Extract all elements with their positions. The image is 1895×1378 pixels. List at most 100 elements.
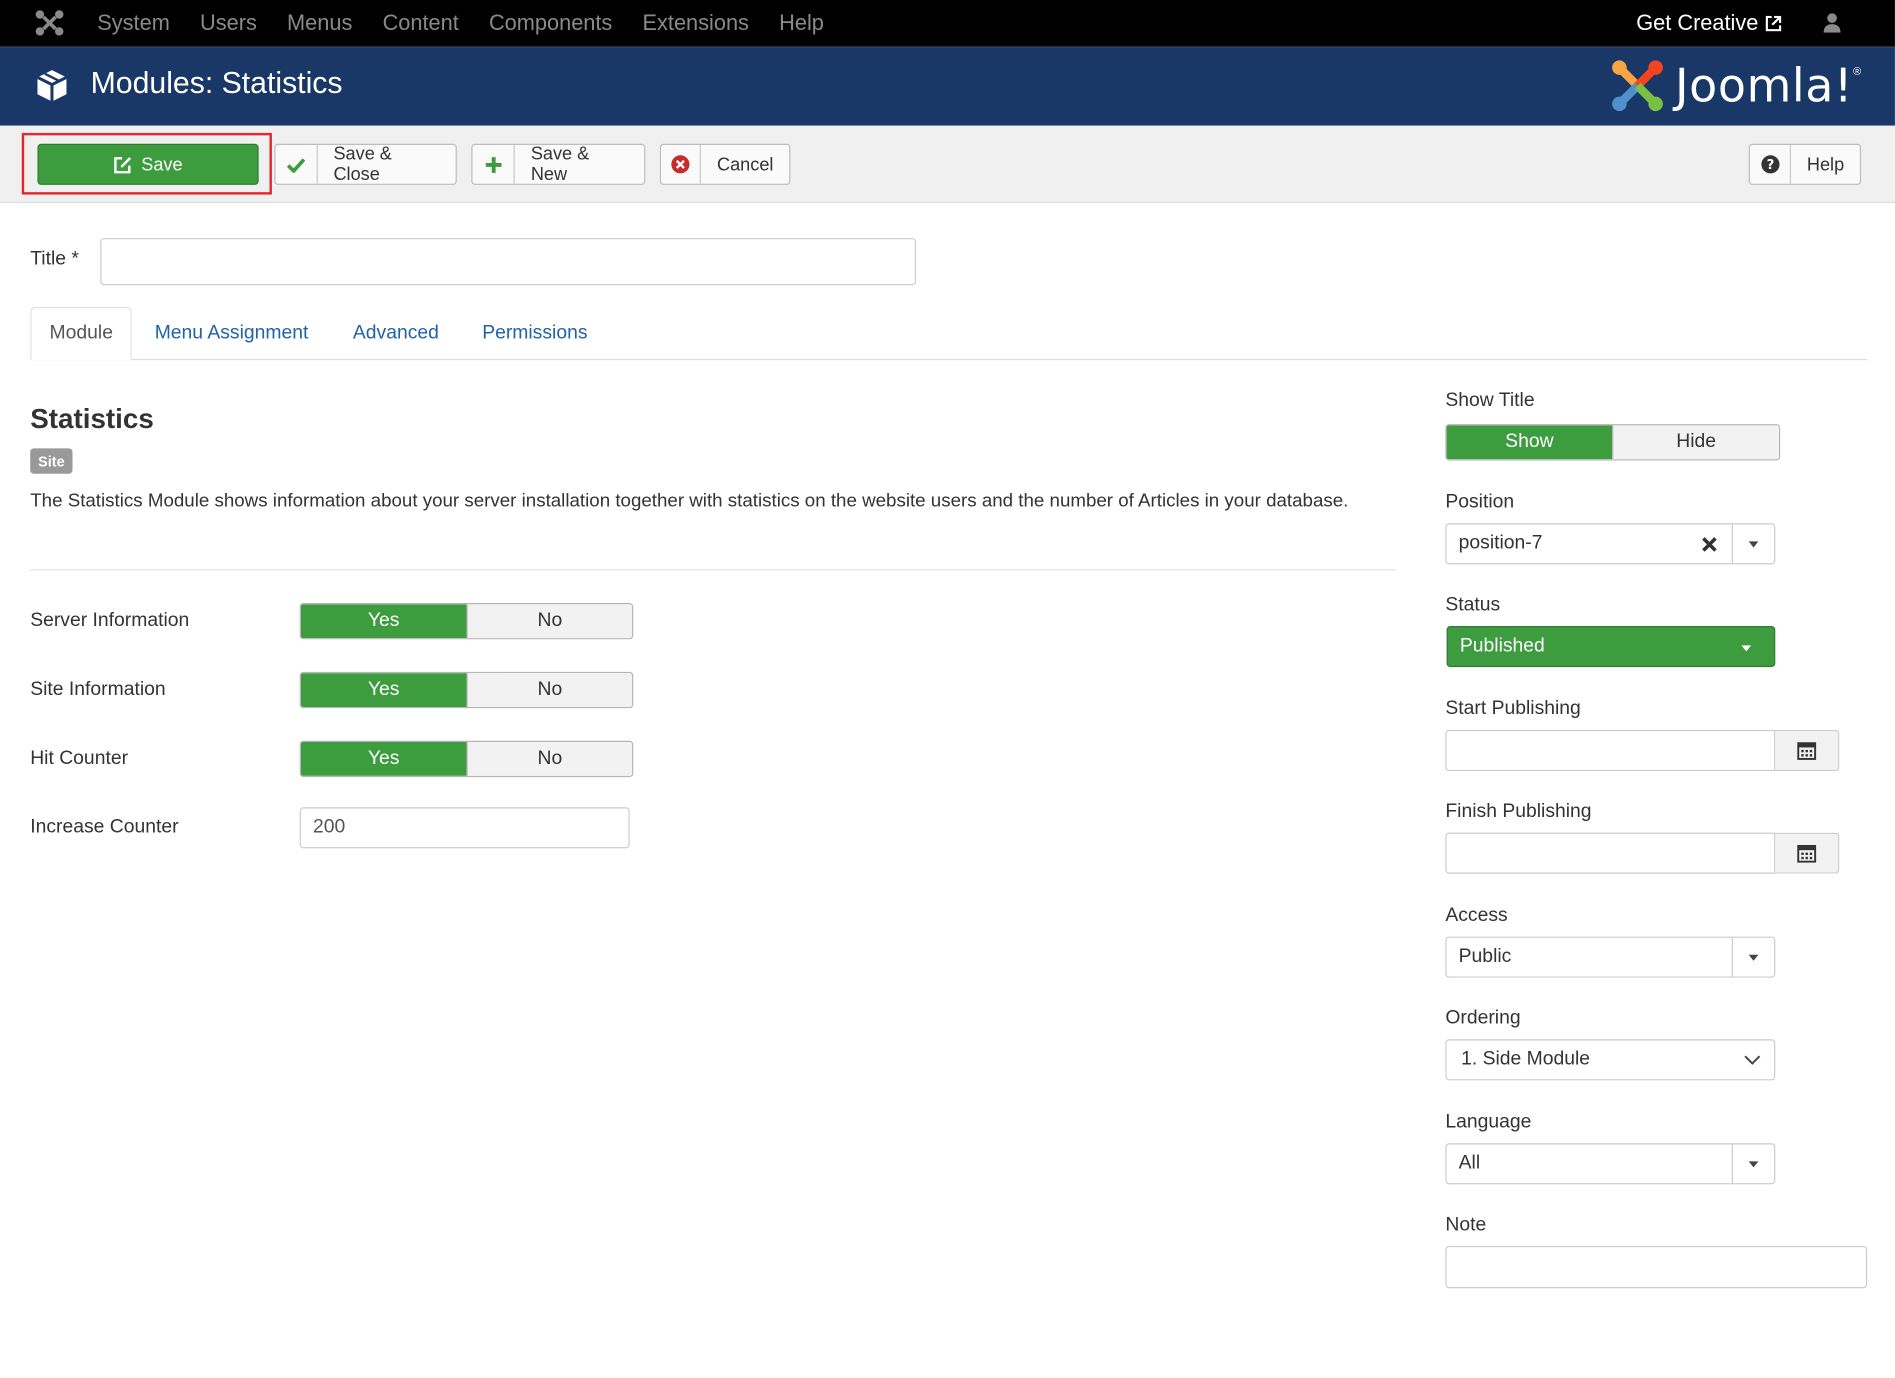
start-publishing-calendar-button[interactable] <box>1775 729 1840 772</box>
hit-counter-toggle: Yes No <box>299 740 634 778</box>
joomla-wordmark: Joomla! <box>1675 59 1854 113</box>
save-close-button[interactable]: Save & Close <box>274 143 457 185</box>
show-title-toggle: Show Hide <box>1445 424 1781 461</box>
finish-publishing-calendar-button[interactable] <box>1775 832 1840 874</box>
toolbar: Save Save & Close Save & New Cancel ? He… <box>0 125 1895 204</box>
position-select[interactable]: position-7 <box>1445 523 1776 565</box>
save-close-label: Save & Close <box>333 143 392 185</box>
external-link-icon <box>1765 15 1782 32</box>
help-label: Help <box>1806 154 1845 175</box>
joomla-logo: Joomla! ® <box>1610 58 1861 114</box>
site-information-label: Site Information <box>30 679 166 700</box>
status-label: Status <box>1445 594 1501 616</box>
note-input[interactable] <box>1445 1245 1868 1289</box>
menu-users[interactable]: Users <box>200 11 257 36</box>
ordering-select[interactable]: 1. Side Module <box>1445 1039 1776 1081</box>
language-value: All <box>1458 1152 1481 1174</box>
site-badge: Site <box>30 448 73 474</box>
show-title-show[interactable]: Show <box>1446 425 1613 460</box>
server-information-label: Server Information <box>30 610 190 631</box>
site-link-label: Get Creative <box>1636 10 1759 36</box>
module-heading: Statistics <box>30 402 154 434</box>
ordering-value: 1. Side Module <box>1461 1048 1591 1070</box>
menu-components[interactable]: Components <box>489 11 612 36</box>
cancel-circle-icon <box>671 155 690 174</box>
module-description: The Statistics Module shows information … <box>30 490 1349 512</box>
menu-menus[interactable]: Menus <box>287 11 352 36</box>
close-x-icon <box>1702 536 1717 552</box>
menu-extensions[interactable]: Extensions <box>643 11 749 36</box>
increase-counter-label: Increase Counter <box>30 816 179 838</box>
hit-counter-yes[interactable]: Yes <box>300 742 467 776</box>
site-information-toggle: Yes No <box>299 671 634 709</box>
main-menu: System Users Menus Content Components Ex… <box>82 0 839 47</box>
ordering-label: Ordering <box>1445 1007 1521 1029</box>
ordering-dropdown-toggle[interactable] <box>1731 1041 1775 1080</box>
menu-content[interactable]: Content <box>383 11 459 36</box>
save-new-label: Save & New <box>530 143 590 185</box>
caret-icon <box>1748 1160 1759 1167</box>
position-label: Position <box>1445 491 1515 513</box>
language-select[interactable]: All <box>1445 1143 1776 1185</box>
tab-menu-assignment[interactable]: Menu Assignment <box>137 307 327 360</box>
access-value: Public <box>1458 946 1512 967</box>
server-information-toggle: Yes No <box>299 603 634 640</box>
hit-counter-no[interactable]: No <box>466 742 633 776</box>
page-header: Modules: Statistics Joomla! ® <box>0 47 1895 126</box>
show-title-hide[interactable]: Hide <box>1612 425 1779 460</box>
tab-module[interactable]: Module <box>30 306 133 361</box>
server-information-yes[interactable]: Yes <box>300 604 467 639</box>
edit-icon <box>114 156 131 173</box>
finish-publishing-input[interactable] <box>1445 832 1776 874</box>
calendar-icon <box>1797 844 1817 863</box>
chevron-down-icon <box>1744 1054 1761 1065</box>
menu-help[interactable]: Help <box>779 11 824 36</box>
help-button[interactable]: ? Help <box>1748 143 1862 185</box>
hit-counter-label: Hit Counter <box>30 748 129 769</box>
access-select[interactable]: Public <box>1445 936 1776 978</box>
page-title: Modules: Statistics <box>90 66 343 101</box>
status-value: Published <box>1459 635 1545 657</box>
tab-permissions[interactable]: Permissions <box>464 307 606 360</box>
joomla-logo-icon <box>1612 60 1663 112</box>
increase-counter-input[interactable] <box>299 807 630 849</box>
save-new-button[interactable]: Save & New <box>471 143 646 185</box>
finish-publishing-field <box>1445 832 1840 874</box>
caret-icon <box>1748 954 1759 961</box>
start-publishing-field <box>1445 729 1840 772</box>
plus-icon-wrap <box>473 145 516 184</box>
start-publishing-input[interactable] <box>1445 729 1776 772</box>
check-icon <box>286 157 306 173</box>
cancel-label: Cancel <box>716 154 774 175</box>
language-dropdown-toggle[interactable] <box>1731 1144 1774 1184</box>
tab-advanced[interactable]: Advanced <box>335 307 457 360</box>
check-icon-wrap <box>276 145 318 184</box>
start-publishing-label: Start Publishing <box>1445 698 1581 720</box>
title-input[interactable] <box>100 238 917 286</box>
section-divider <box>30 569 1396 571</box>
user-icon[interactable] <box>1822 12 1841 33</box>
access-label: Access <box>1445 905 1508 926</box>
position-dropdown-toggle[interactable] <box>1731 524 1774 564</box>
site-information-yes[interactable]: Yes <box>300 673 467 707</box>
help-icon: ? <box>1760 155 1779 174</box>
status-select[interactable]: Published <box>1446 626 1776 668</box>
access-dropdown-toggle[interactable] <box>1731 937 1774 977</box>
caret-icon <box>1741 645 1752 652</box>
save-button[interactable]: Save <box>37 143 259 185</box>
calendar-icon <box>1797 742 1817 760</box>
cancel-button[interactable]: Cancel <box>659 143 791 185</box>
menu-system[interactable]: System <box>97 11 170 36</box>
help-icon-wrap: ? <box>1750 145 1792 184</box>
position-clear[interactable] <box>1687 524 1732 563</box>
site-link[interactable]: Get Creative <box>1636 10 1782 36</box>
site-information-no[interactable]: No <box>466 673 633 707</box>
joomla-icon[interactable] <box>34 8 65 37</box>
caret-icon <box>1748 540 1759 547</box>
server-information-no[interactable]: No <box>466 604 633 639</box>
note-label: Note <box>1445 1214 1487 1236</box>
top-navbar: System Users Menus Content Components Ex… <box>0 0 1895 48</box>
cube-icon <box>36 70 68 102</box>
cancel-icon-wrap <box>661 145 702 184</box>
plus-icon <box>485 156 502 173</box>
